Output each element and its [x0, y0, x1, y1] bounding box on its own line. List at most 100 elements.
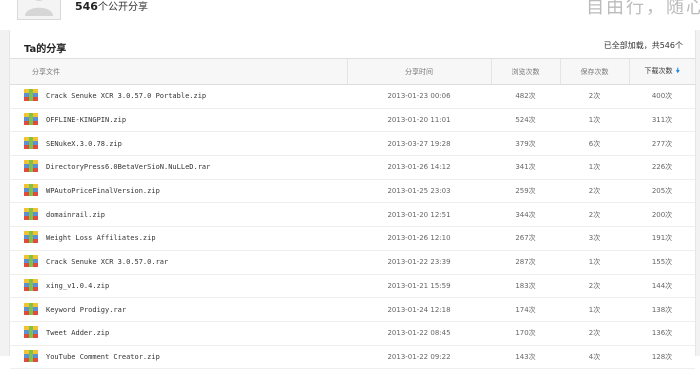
table-row[interactable]: domainrail.zip 2013-01-20 12:51 344次 2次 200次 [10, 202, 695, 228]
share-time: 2013-01-23 00:06 [347, 84, 491, 109]
view-count: 170次 [491, 321, 560, 346]
view-count: 524次 [491, 108, 560, 133]
share-time: 2013-01-22 08:45 [347, 321, 491, 346]
view-count: 174次 [491, 297, 560, 322]
archive-file-icon [24, 207, 38, 222]
table-row[interactable]: Weight Loss Affiliates.zip 2013-01-26 12:… [10, 226, 695, 251]
file-name-link[interactable]: xing_v1.0.4.zip [46, 282, 109, 290]
file-cell[interactable]: DirectoryPress6.0BetaVerSioN.NuLLeD.rar [10, 155, 347, 180]
load-status: 已全部加载，共546个 [603, 41, 683, 50]
download-count: 311次 [629, 108, 695, 133]
archive-file-icon [24, 113, 38, 127]
table-row[interactable]: xing_v1.0.4.zip 2013-01-21 15:59 183次 2次 144… [10, 274, 695, 299]
share-time: 2013-01-20 12:51 [347, 202, 491, 228]
view-count: 482次 [491, 84, 560, 109]
default-avatar-icon [25, 0, 53, 16]
column-header-saves[interactable]: 保存次数 [559, 58, 629, 85]
file-cell[interactable]: Crack Senuke XCR 3.0.57.0 Portable.zip [10, 84, 347, 109]
share-table: 分享文件 分享时间 浏览次数 保存次数 下载次数 🠟 Crack Senuke X… [10, 58, 695, 369]
archive-file-icon [24, 302, 38, 317]
file-name-link[interactable]: SENukeX.3.0.78.zip [46, 140, 122, 148]
file-cell[interactable]: xing_v1.0.4.zip [10, 274, 347, 299]
table-row[interactable]: WPAutoPriceFinalVersion.zip 2013-01-25 23… [10, 179, 695, 204]
share-time: 2013-01-22 09:22 [347, 345, 491, 369]
save-count: 2次 [560, 321, 629, 346]
file-cell[interactable]: domainrail.zip [10, 202, 347, 228]
file-cell[interactable]: OFFLINE-KINGPIN.zip [10, 108, 347, 133]
table-row[interactable]: Tweet Adder.zip 2013-01-22 08:45 170次 2次 136… [10, 321, 695, 346]
save-count: 4次 [560, 345, 629, 369]
file-name-link[interactable]: OFFLINE-KINGPIN.zip [46, 116, 126, 124]
save-count: 2次 [560, 202, 629, 228]
download-count: 277次 [629, 131, 695, 157]
file-cell[interactable]: Keyword Prodigy.rar [10, 297, 347, 322]
table-header-row: 分享文件 分享时间 浏览次数 保存次数 下载次数 🠟 [10, 58, 695, 85]
share-count-suffix: 个公开分享 [97, 2, 148, 13]
file-cell[interactable]: SENukeX.3.0.78.zip [10, 131, 347, 157]
file-name-link[interactable]: domainrail.zip [46, 211, 105, 219]
download-count: 128次 [629, 345, 695, 369]
save-count: 6次 [560, 131, 629, 157]
avatar[interactable] [17, 0, 61, 20]
archive-file-icon [24, 349, 38, 364]
table-row[interactable]: Crack Senuke XCR 3.0.57.0 Portable.zip 20… [10, 84, 695, 109]
view-count: 341次 [491, 155, 560, 180]
archive-file-icon [24, 184, 38, 198]
save-count: 3次 [560, 226, 629, 251]
save-count: 1次 [560, 250, 629, 275]
file-cell[interactable]: Weight Loss Affiliates.zip [10, 226, 347, 251]
view-count: 267次 [491, 226, 560, 251]
archive-file-icon [24, 231, 38, 245]
archive-file-icon [24, 326, 38, 340]
table-row[interactable]: Crack Senuke XCR 3.0.57.0.rar 2013-01-22 … [10, 250, 695, 275]
table-row[interactable]: Keyword Prodigy.rar 2013-01-24 12:18 174次 1… [10, 297, 695, 322]
view-count: 344次 [491, 202, 560, 228]
view-count: 287次 [491, 250, 560, 275]
share-time: 2013-01-20 11:01 [347, 108, 491, 133]
file-name-link[interactable]: DirectoryPress6.0BetaVerSioN.NuLLeD.rar [46, 163, 210, 171]
file-name-link[interactable]: Crack Senuke XCR 3.0.57.0.rar [46, 258, 168, 266]
download-count: 138次 [629, 297, 695, 322]
share-count-number: 546 [75, 0, 98, 13]
save-count: 2次 [560, 274, 629, 299]
file-name-link[interactable]: Tweet Adder.zip [46, 329, 109, 337]
share-panel: Ta的分享 已全部加载，共546个 分享文件 分享时间 浏览次数 保存次数 下载… [9, 30, 696, 369]
column-header-downloads-label: 下载次数 [644, 66, 673, 75]
share-time: 2013-01-25 23:03 [347, 179, 491, 204]
table-row[interactable]: DirectoryPress6.0BetaVerSioN.NuLLeD.rar 2… [10, 155, 695, 180]
archive-file-icon [24, 136, 38, 151]
archive-file-icon [24, 255, 38, 269]
view-count: 143次 [491, 345, 560, 369]
column-header-time[interactable]: 分享时间 [346, 58, 491, 85]
file-name-link[interactable]: YouTube Comment Creator.zip [46, 353, 160, 361]
save-count: 1次 [560, 108, 629, 133]
slogan: 自由行，随心 [586, 0, 700, 18]
file-cell[interactable]: YouTube Comment Creator.zip [10, 345, 347, 369]
table-row[interactable]: SENukeX.3.0.78.zip 2013-03-27 19:28 379次 6次… [10, 131, 695, 157]
file-cell[interactable]: Crack Senuke XCR 3.0.57.0.rar [10, 250, 347, 275]
download-count: 200次 [629, 202, 695, 228]
file-name-link[interactable]: Crack Senuke XCR 3.0.57.0 Portable.zip [46, 92, 206, 100]
archive-file-icon [24, 278, 38, 293]
file-cell[interactable]: Tweet Adder.zip [10, 321, 347, 346]
table-row[interactable]: YouTube Comment Creator.zip 2013-01-22 09… [10, 345, 695, 369]
file-name-link[interactable]: Keyword Prodigy.rar [46, 306, 126, 314]
sort-desc-icon: 🠟 [675, 66, 681, 75]
column-header-downloads[interactable]: 下载次数 🠟 [628, 58, 695, 85]
download-count: 191次 [629, 226, 695, 251]
file-cell[interactable]: WPAutoPriceFinalVersion.zip [10, 179, 347, 204]
column-header-views[interactable]: 浏览次数 [490, 58, 560, 85]
save-count: 1次 [560, 297, 629, 322]
file-name-link[interactable]: WPAutoPriceFinalVersion.zip [46, 187, 160, 195]
view-count: 183次 [491, 274, 560, 299]
save-count: 2次 [560, 84, 629, 109]
share-time: 2013-03-27 19:28 [347, 131, 491, 157]
download-count: 144次 [629, 274, 695, 299]
table-row[interactable]: OFFLINE-KINGPIN.zip 2013-01-20 11:01 524次 1… [10, 108, 695, 133]
archive-file-icon [24, 160, 38, 174]
view-count: 379次 [491, 131, 560, 157]
file-name-link[interactable]: Weight Loss Affiliates.zip [46, 234, 156, 242]
profile-header: 546个公开分享 自由行，随心 [0, 0, 700, 30]
view-count: 259次 [491, 179, 560, 204]
save-count: 2次 [560, 179, 629, 204]
